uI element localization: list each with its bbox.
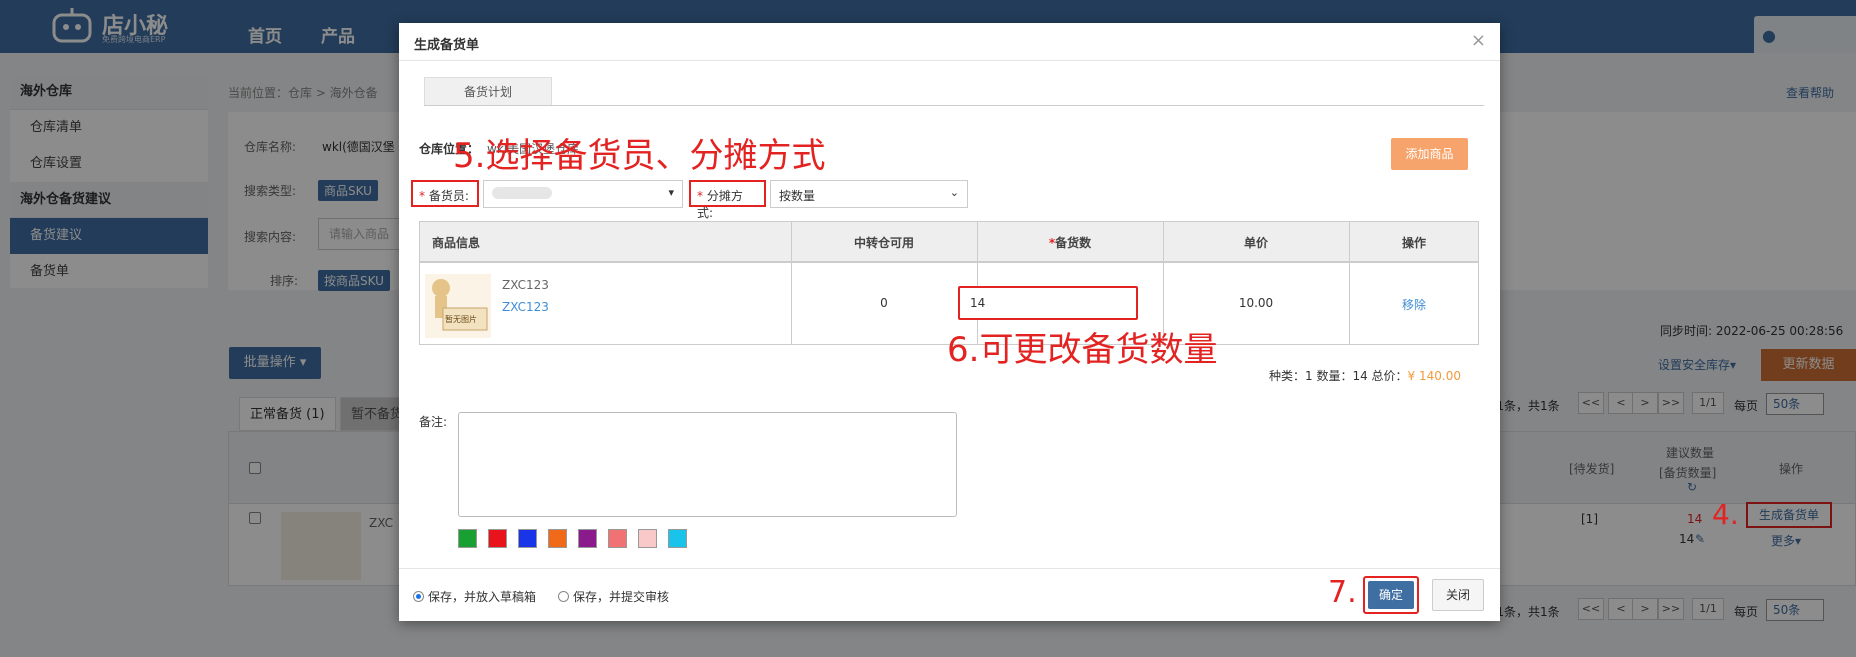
annotation-step-7: 7. xyxy=(1328,575,1357,610)
radio-unchecked xyxy=(558,591,569,602)
caret-down-icon: ▾ xyxy=(668,186,674,199)
radio-submit-review-label: 保存，并提交审核 xyxy=(573,590,670,604)
allocation-label: 分摊方式: xyxy=(697,189,743,220)
unit-price-value: 10.00 xyxy=(1238,296,1274,310)
annotation-step-5: 5.选择备货员、分摊方式 xyxy=(453,136,826,176)
close-button[interactable]: 关闭 xyxy=(1432,579,1484,611)
col-header-product: 商品信息 xyxy=(431,236,480,250)
tab-divider xyxy=(424,105,1484,106)
col-header-available: 中转仓可用 xyxy=(853,236,914,250)
product-table: 商品信息 中转仓可用 *备货数 单价 操作 暂无图片 ZXC123 ZXC123… xyxy=(419,221,1479,345)
col-header-price: 单价 xyxy=(1243,236,1268,250)
col-header-action: 操作 xyxy=(1401,236,1426,250)
radio-submit-review[interactable]: 保存，并提交审核 xyxy=(558,588,669,605)
stocker-label: 备货员: xyxy=(428,189,469,203)
chevron-down-icon: ⌄ xyxy=(949,186,959,199)
footer-divider xyxy=(399,568,1500,569)
no-image-text: 暂无图片 xyxy=(445,315,477,324)
summary-total-price: ¥ 140.00 xyxy=(1407,369,1461,383)
color-swatch[interactable] xyxy=(668,529,687,548)
color-swatch[interactable] xyxy=(548,529,567,548)
col-header-qty-label: 备货数 xyxy=(1055,236,1092,250)
confirm-button-highlight: 确定 xyxy=(1363,576,1419,614)
radio-save-draft-label: 保存，并放入草稿箱 xyxy=(428,590,537,604)
annotation-step-6: 6.可更改备货数量 xyxy=(947,330,1218,370)
close-icon[interactable]: × xyxy=(1471,30,1486,51)
notes-label: 备注: xyxy=(419,415,448,429)
summary-text: 种类：1 数量：14 总价： xyxy=(1269,369,1408,383)
generate-stock-order-modal: 生成备货单 × 备货计划 仓库位置： wkl美国汉堡仓库 添加商品 5.选择备货… xyxy=(399,23,1500,621)
radio-save-draft[interactable]: 保存，并放入草稿箱 xyxy=(413,588,536,605)
annotation-step-4: 4. xyxy=(1712,498,1739,531)
confirm-button[interactable]: 确定 xyxy=(1368,581,1414,609)
col-header-qty: *备货数 xyxy=(1048,236,1092,250)
stocker-select[interactable]: ▾ xyxy=(483,180,683,208)
color-swatch[interactable] xyxy=(608,529,627,548)
color-swatch[interactable] xyxy=(578,529,597,548)
product-image-placeholder: 暂无图片 xyxy=(425,274,491,338)
modal-header: 生成备货单 × xyxy=(399,23,1500,61)
product-sku-link[interactable]: ZXC123 xyxy=(502,300,549,314)
color-swatch[interactable] xyxy=(638,529,657,548)
tab-stock-plan[interactable]: 备货计划 xyxy=(424,77,552,105)
allocation-value: 按数量 xyxy=(779,189,816,203)
notes-textarea[interactable] xyxy=(458,412,957,517)
available-value: 0 xyxy=(880,296,888,310)
no-image-icon xyxy=(432,279,488,331)
color-swatch[interactable] xyxy=(458,529,477,548)
stock-qty-input[interactable]: 14 xyxy=(958,286,1138,320)
stocker-label-box: * 备货员: xyxy=(411,180,479,207)
modal-title: 生成备货单 xyxy=(414,38,480,53)
color-swatch[interactable] xyxy=(518,529,537,548)
header-divider xyxy=(420,262,1478,263)
color-swatch[interactable] xyxy=(488,529,507,548)
remove-link[interactable]: 移除 xyxy=(1349,296,1479,313)
product-sku: ZXC123 xyxy=(502,278,549,292)
allocation-select[interactable]: 按数量 ⌄ xyxy=(770,180,968,208)
radio-checked xyxy=(413,591,424,602)
allocation-label-box: * 分摊方式: xyxy=(689,180,766,220)
order-summary: 种类：1 数量：14 总价：¥ 140.00 xyxy=(1269,367,1461,384)
add-product-button[interactable]: 添加商品 xyxy=(1391,138,1468,170)
redacted-value xyxy=(492,187,552,199)
